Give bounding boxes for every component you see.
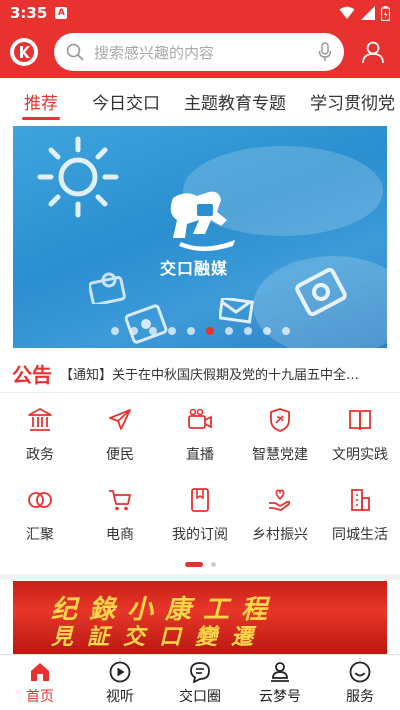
- service-label: 乡村振兴: [252, 527, 308, 543]
- carousel-dot[interactable]: [224, 327, 233, 335]
- search-bar[interactable]: 搜索感兴趣的内容: [54, 33, 344, 71]
- category-tabs: 推荐 今日交口 主题教育专题 学习贯彻党: [0, 78, 400, 124]
- party-emblem-shield-icon: [266, 406, 294, 434]
- service-local-life[interactable]: 同城生活: [320, 482, 400, 552]
- app-logo[interactable]: [10, 38, 38, 66]
- photo-icon: [295, 267, 347, 317]
- app-header: 搜索感兴趣的内容: [0, 26, 400, 78]
- service-rural-revitalization[interactable]: 乡村振兴: [240, 482, 320, 552]
- promo-line-2: 見証交口變遷: [51, 624, 268, 650]
- carousel-dot[interactable]: [262, 327, 271, 335]
- promo-banner[interactable]: 纪錄小康工程 見証交口變遷: [13, 581, 387, 655]
- carousel-dot[interactable]: [243, 327, 252, 335]
- service-label: 同城生活: [332, 527, 388, 543]
- nav-jiaokou-circle[interactable]: 交口圈: [160, 655, 240, 710]
- grid-page-indicator: [0, 562, 400, 567]
- nav-audio-visual[interactable]: 视听: [80, 655, 160, 710]
- video-camera-icon: [186, 406, 214, 434]
- carousel-dot[interactable]: [129, 327, 138, 335]
- heart-hand-icon: [266, 486, 294, 514]
- linked-rings-icon: [26, 486, 54, 514]
- service-government[interactable]: 政务: [0, 402, 80, 472]
- announcement-label: 公告: [12, 363, 52, 387]
- chat-bubble-icon: [190, 662, 210, 683]
- status-bar: 3:35 A: [0, 0, 400, 26]
- service-my-subscription[interactable]: 我的订阅: [160, 482, 240, 552]
- service-smart-party[interactable]: 智慧党建: [240, 402, 320, 472]
- running-mascot-icon: [170, 191, 235, 251]
- banner-carousel[interactable]: 交口融媒: [13, 126, 387, 348]
- nav-services[interactable]: 服务: [320, 655, 400, 710]
- logo-k-icon: [14, 42, 34, 62]
- service-convenience[interactable]: 便民: [80, 402, 160, 472]
- paper-plane-icon: [106, 406, 134, 434]
- tab-study-party[interactable]: 学习贯彻党: [298, 78, 400, 124]
- banner-brand-text: 交口融媒: [160, 259, 229, 278]
- service-label: 文明实践: [332, 447, 388, 463]
- bottom-navigation: 首页 视听 交口圈 云梦号 服务: [0, 654, 400, 710]
- nav-yunmeng-account[interactable]: 云梦号: [240, 655, 320, 710]
- notification-badge: A: [55, 7, 68, 19]
- location-pin-icon: [89, 272, 126, 304]
- status-icons: [339, 5, 390, 21]
- play-circle-icon: [109, 661, 131, 683]
- search-placeholder[interactable]: 搜索感兴趣的内容: [94, 42, 318, 63]
- government-building-icon: [26, 406, 54, 434]
- announcement-bar[interactable]: 公告 【通知】关于在中秋国庆假期及党的十九届五中全会召开期间: [0, 355, 400, 393]
- carousel-dots: [0, 327, 400, 335]
- smiley-icon: [349, 661, 371, 683]
- wifi-icon: [339, 6, 355, 19]
- nav-label: 视听: [106, 689, 134, 705]
- service-live[interactable]: 直播: [160, 402, 240, 472]
- page-indicator-dot: [210, 562, 216, 567]
- shopping-cart-icon: [106, 486, 134, 514]
- nav-label: 首页: [26, 689, 54, 705]
- bookmark-card-icon: [186, 486, 214, 514]
- service-label: 我的订阅: [172, 527, 228, 543]
- person-stamp-icon: [271, 662, 289, 682]
- home-icon: [31, 663, 49, 681]
- tab-recommend[interactable]: 推荐: [0, 78, 80, 124]
- page-indicator-active: [184, 562, 203, 567]
- envelope-icon: [219, 298, 254, 324]
- user-icon: [362, 41, 384, 64]
- service-gather[interactable]: 汇聚: [0, 482, 80, 552]
- carousel-dot[interactable]: [167, 327, 176, 335]
- announcement-text[interactable]: 【通知】关于在中秋国庆假期及党的十九届五中全会召开期间: [60, 364, 370, 383]
- service-label: 直播: [186, 447, 214, 463]
- service-civilization-practice[interactable]: 文明实践: [320, 402, 400, 472]
- carousel-dot[interactable]: [186, 327, 195, 335]
- carousel-dot[interactable]: [148, 327, 157, 335]
- film-icon: [125, 304, 168, 344]
- battery-icon: [381, 5, 390, 21]
- tab-today-jiaokou[interactable]: 今日交口: [80, 78, 172, 124]
- microphone-icon[interactable]: [318, 42, 332, 62]
- cellular-signal-icon: [361, 6, 375, 20]
- service-label: 政务: [26, 447, 54, 463]
- carousel-dot[interactable]: [110, 327, 119, 335]
- section-divider: [0, 574, 400, 580]
- service-label: 电商: [106, 527, 134, 543]
- carousel-dot[interactable]: [281, 327, 290, 335]
- tab-theme-education[interactable]: 主题教育专题: [172, 78, 298, 124]
- open-book-icon: [346, 406, 374, 434]
- city-buildings-icon: [346, 486, 374, 514]
- search-icon: [66, 43, 84, 61]
- carousel-dot-active[interactable]: [205, 327, 214, 335]
- nav-home[interactable]: 首页: [0, 655, 80, 710]
- service-label: 便民: [106, 447, 134, 463]
- status-time: 3:35: [10, 4, 48, 22]
- service-label: 汇聚: [26, 527, 54, 543]
- user-profile-button[interactable]: [360, 39, 386, 65]
- nav-label: 交口圈: [179, 689, 221, 705]
- sun-icon: [37, 136, 119, 218]
- service-grid: 政务 便民 直播 智慧党建 文明实践 汇聚 电商 我的订阅 乡村振兴 同城生活: [0, 400, 400, 560]
- nav-label: 云梦号: [259, 689, 301, 705]
- nav-label: 服务: [346, 689, 374, 705]
- service-label: 智慧党建: [252, 447, 308, 463]
- service-ecommerce[interactable]: 电商: [80, 482, 160, 552]
